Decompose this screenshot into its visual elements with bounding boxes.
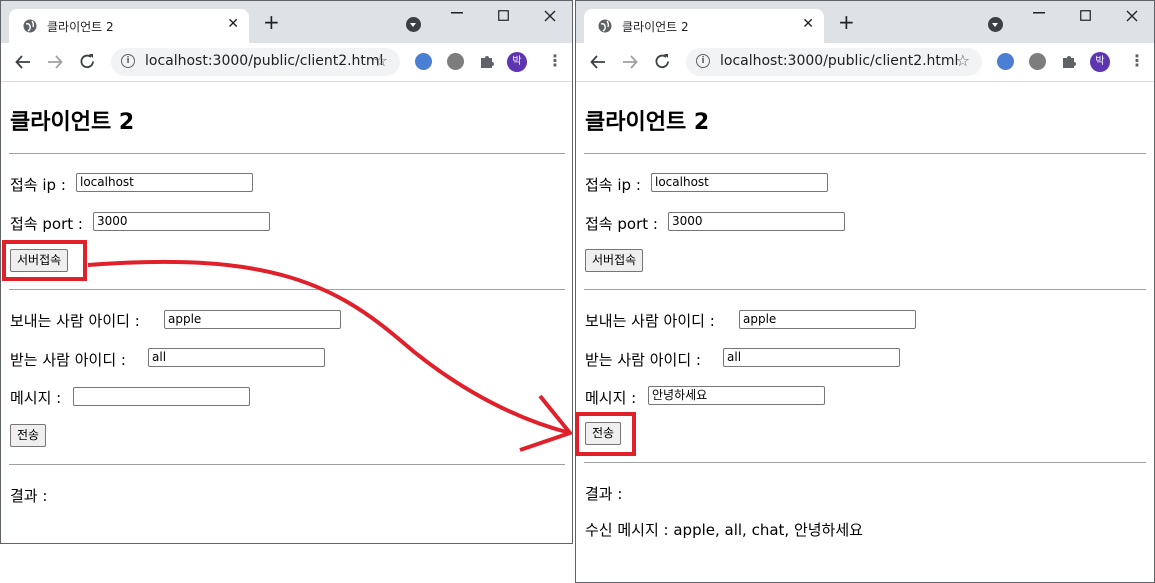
arrow-curve [87, 259, 571, 435]
annotation-arrow [87, 259, 572, 452]
arrow-head [519, 394, 572, 452]
